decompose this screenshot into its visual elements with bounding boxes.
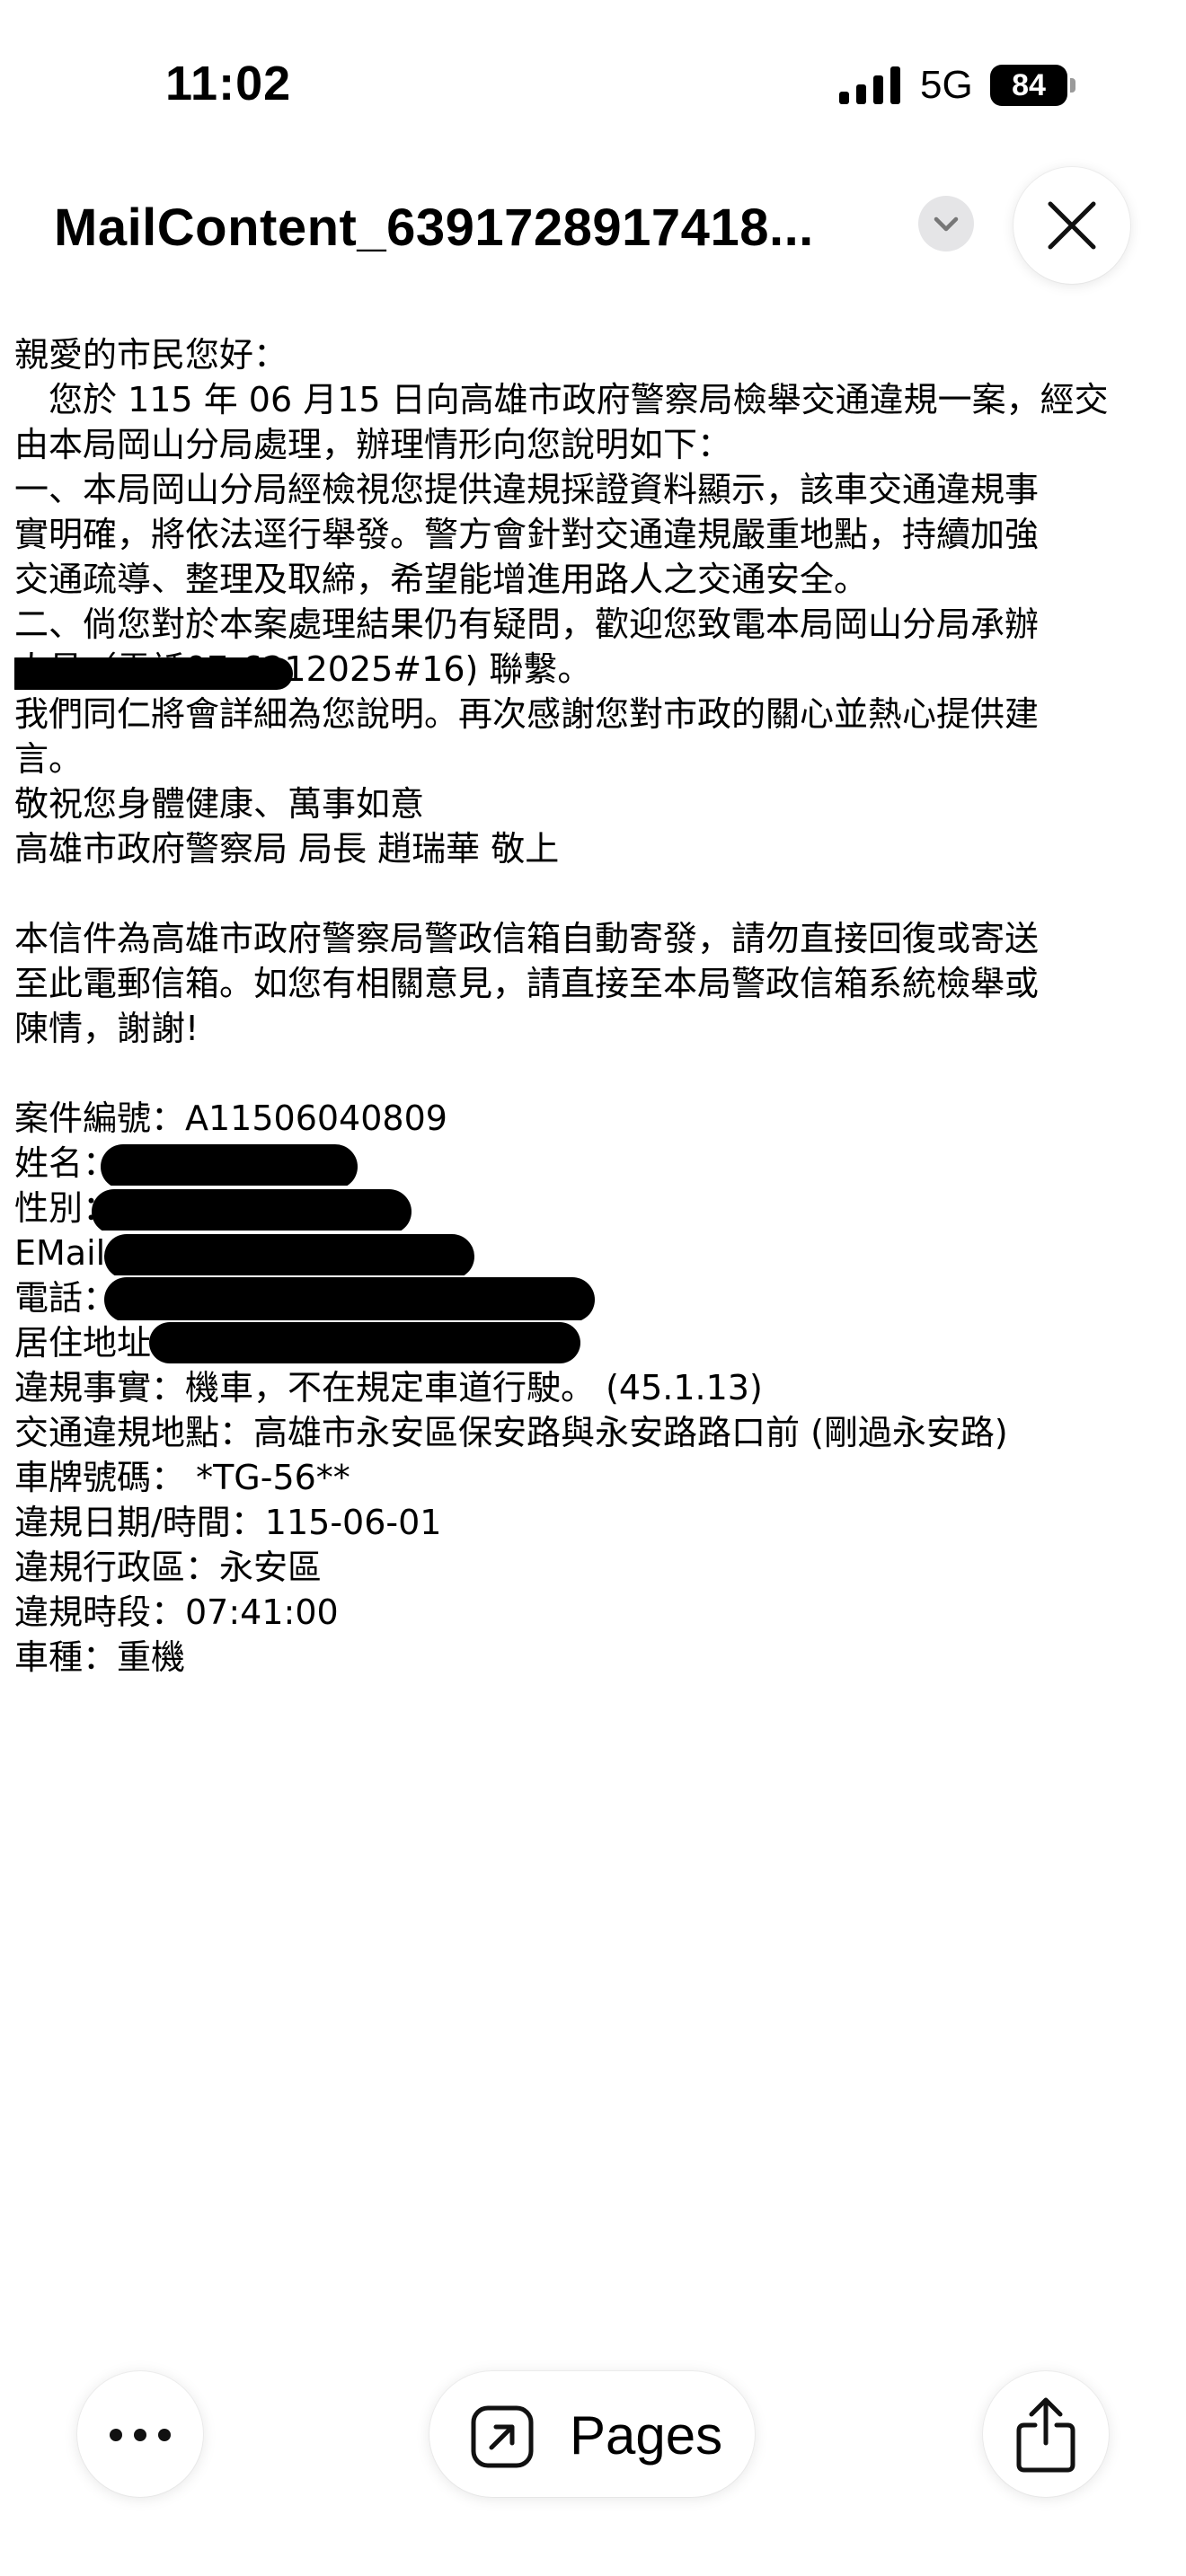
- redaction-mark: [104, 1277, 595, 1320]
- violation-time: 違規時段：07:41:00: [14, 1592, 339, 1632]
- body-line: 由本局岡山分局處理，辦理情形向您說明如下：: [14, 425, 732, 464]
- share-button[interactable]: [983, 2371, 1109, 2497]
- cellular-signal-icon: [839, 66, 900, 104]
- redaction-mark: [104, 1234, 474, 1275]
- body-line: 交通疏導、整理及取締，希望能增進用路人之交通安全。: [14, 560, 869, 599]
- title-menu-button[interactable]: [918, 196, 974, 251]
- body-line: 我們同仁將會詳細為您說明。再次感謝您對市政的關心並熱心提供建: [14, 694, 1040, 734]
- mail-body: 親愛的市民您好： 您於 115 年 06 月15 日向高雄市政府警察局檢舉交通違…: [14, 332, 1182, 1680]
- greeting: 親愛的市民您好：: [14, 335, 288, 375]
- case-number: 案件編號：A11506040809: [14, 1098, 447, 1138]
- body-line: 二、倘您對於本案處理結果仍有疑問，歡迎您致電本局岡山分局承辦: [14, 604, 1040, 644]
- document-title: MailContent_6391728917418...: [54, 198, 814, 257]
- vehicle-type: 車種：重機: [14, 1637, 186, 1677]
- open-in-pages-button[interactable]: Pages: [429, 2371, 755, 2497]
- violation-location: 交通違規地點：高雄市永安區保安路與永安路路口前 (剛過永安路): [14, 1413, 1008, 1452]
- notice-line: 本信件為高雄市政府警察局警政信箱自動寄發，請勿直接回復或寄送: [14, 919, 1040, 958]
- pages-label: Pages: [570, 2405, 723, 2466]
- phone-field: 電話：: [14, 1275, 1182, 1320]
- battery-cap: [1070, 78, 1075, 93]
- violation-fact: 違規事實：機車，不在規定車道行駛。 (45.1.13): [14, 1368, 763, 1407]
- status-bar: 11:02 5G 84: [0, 0, 1186, 171]
- more-button[interactable]: [77, 2371, 203, 2497]
- body-line: 一、本局岡山分局經檢視您提供違規採證資料顯示，該車交通違規事: [14, 470, 1040, 509]
- gender-field: 性別：: [14, 1186, 1182, 1231]
- redaction-mark: [101, 1144, 358, 1186]
- more-icon: [110, 2429, 122, 2441]
- email-field: EMail：: [14, 1231, 1182, 1275]
- violation-district: 違規行政區：永安區: [14, 1548, 323, 1587]
- plate-number: 車牌號碼： *TG-56**: [14, 1458, 350, 1497]
- violation-date: 違規日期/時間：115-06-01: [14, 1503, 442, 1542]
- body-line: 言。: [14, 739, 84, 779]
- battery-level: 84: [990, 65, 1067, 106]
- chevron-down-icon: [934, 216, 959, 232]
- signature-line: 高雄市政府警察局 局長 趙瑞華 敬上: [14, 829, 560, 869]
- notice-line: 陳情，謝謝!: [14, 1009, 199, 1048]
- address-field: 居住地址：: [14, 1320, 1182, 1365]
- network-type: 5G: [920, 63, 973, 107]
- document-header: MailContent_6391728917418...: [0, 167, 1186, 305]
- contact-line: 人員（電話07-6212025#16) 聯繫。: [14, 647, 1182, 692]
- share-icon: [1016, 2397, 1075, 2473]
- close-button[interactable]: [1013, 167, 1130, 284]
- open-external-icon: [471, 2405, 534, 2468]
- body-line: 您於 115 年 06 月15 日向高雄市政府警察局檢舉交通違規一案，經交: [14, 380, 1109, 419]
- redaction-mark: [14, 657, 293, 690]
- battery-indicator: 84: [990, 65, 1076, 106]
- phone-label: 電話：: [14, 1278, 118, 1318]
- name-field: 姓名：: [14, 1141, 1182, 1186]
- redaction-mark: [92, 1189, 412, 1231]
- status-time: 11:02: [165, 57, 292, 110]
- redaction-mark: [149, 1322, 580, 1363]
- bottom-toolbar: Pages: [0, 2335, 1186, 2533]
- close-icon: [1048, 201, 1096, 250]
- more-icon: [134, 2429, 146, 2441]
- body-line: 實明確，將依法逕行舉發。警方會針對交通違規嚴重地點，持續加強: [14, 515, 1040, 554]
- closing-line: 敬祝您身體健康、萬事如意: [14, 784, 425, 824]
- notice-line: 至此電郵信箱。如您有相關意見，請直接至本局警政信箱系統檢舉或: [14, 964, 1040, 1003]
- more-icon: [158, 2429, 171, 2441]
